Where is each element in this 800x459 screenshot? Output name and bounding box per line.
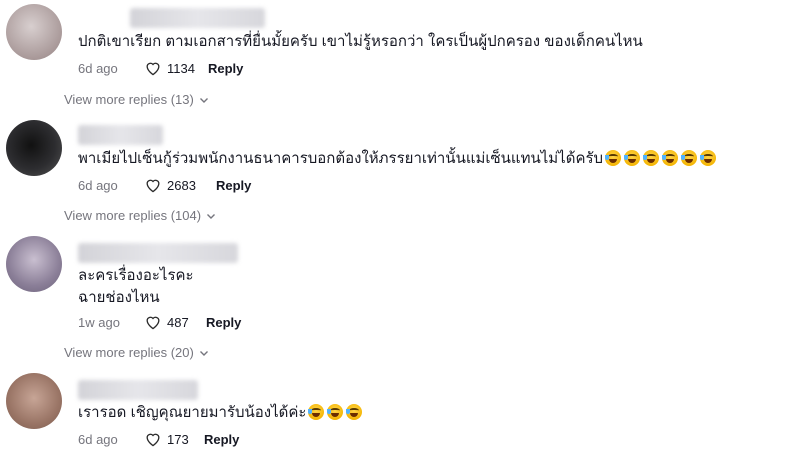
like-button[interactable]: 487 <box>144 314 206 330</box>
reply-button[interactable]: Reply <box>216 178 251 193</box>
avatar[interactable] <box>6 236 62 292</box>
laughing-crying-emoji <box>605 150 622 166</box>
like-count: 173 <box>167 431 189 447</box>
comment-text: ละครเรื่องอะไรคะ ฉายช่องไหน <box>78 267 194 306</box>
view-more-replies[interactable]: View more replies (20) <box>64 345 209 360</box>
username-blurred[interactable] <box>78 125 163 145</box>
heart-icon <box>146 433 160 447</box>
comment-meta: 1w ago 487 Reply <box>78 311 241 333</box>
comment-meta: 6d ago 1134 Reply <box>78 57 243 79</box>
like-button[interactable]: 173 <box>144 431 204 447</box>
emoji-group <box>308 404 363 420</box>
view-more-replies[interactable]: View more replies (104) <box>64 208 216 223</box>
laughing-crying-emoji <box>346 404 363 420</box>
avatar[interactable] <box>6 120 62 176</box>
comment-date: 1w ago <box>78 314 120 330</box>
reply-button[interactable]: Reply <box>204 432 239 447</box>
comment-date: 6d ago <box>78 431 118 447</box>
laughing-crying-emoji <box>643 150 660 166</box>
like-count: 1134 <box>167 60 195 76</box>
heart-icon <box>146 62 160 76</box>
laughing-crying-emoji <box>624 150 641 166</box>
username-blurred[interactable] <box>78 380 198 400</box>
username-blurred[interactable] <box>130 8 265 28</box>
comment-date: 6d ago <box>78 60 118 76</box>
laughing-crying-emoji <box>700 150 717 166</box>
chevron-down-icon <box>199 350 208 356</box>
heart-icon <box>146 316 160 330</box>
comment-meta: 6d ago 173 Reply <box>78 428 239 450</box>
laughing-crying-emoji <box>681 150 698 166</box>
chevron-down-icon <box>207 213 216 219</box>
comment-meta: 6d ago 2683 Reply <box>78 174 251 196</box>
emoji-group <box>605 150 717 166</box>
like-button[interactable]: 1134 <box>144 60 208 76</box>
reply-button[interactable]: Reply <box>206 315 241 330</box>
like-button[interactable]: 2683 <box>144 177 216 193</box>
comment-text: ปกติเขาเรียก ตามเอกสารที่ยื่นมั้ยครับ เข… <box>78 33 643 50</box>
avatar[interactable] <box>6 373 62 429</box>
like-count: 2683 <box>167 177 196 193</box>
heart-icon <box>146 179 160 193</box>
avatar[interactable] <box>6 4 62 60</box>
view-more-replies[interactable]: View more replies (13) <box>64 92 209 107</box>
reply-button[interactable]: Reply <box>208 61 243 76</box>
comment-date: 6d ago <box>78 177 118 193</box>
laughing-crying-emoji <box>327 404 344 420</box>
like-count: 487 <box>167 314 189 330</box>
laughing-crying-emoji <box>662 150 679 166</box>
laughing-crying-emoji <box>308 404 325 420</box>
chevron-down-icon <box>199 97 208 103</box>
comment-text: เรารอด เชิญคุณยายมารับน้องได้ค่ะ <box>78 402 363 424</box>
comment-text: พาเมียไปเซ็นกู้ร่วมพนักงานธนาคารบอกต้องใ… <box>78 148 717 170</box>
username-blurred[interactable] <box>78 243 238 263</box>
